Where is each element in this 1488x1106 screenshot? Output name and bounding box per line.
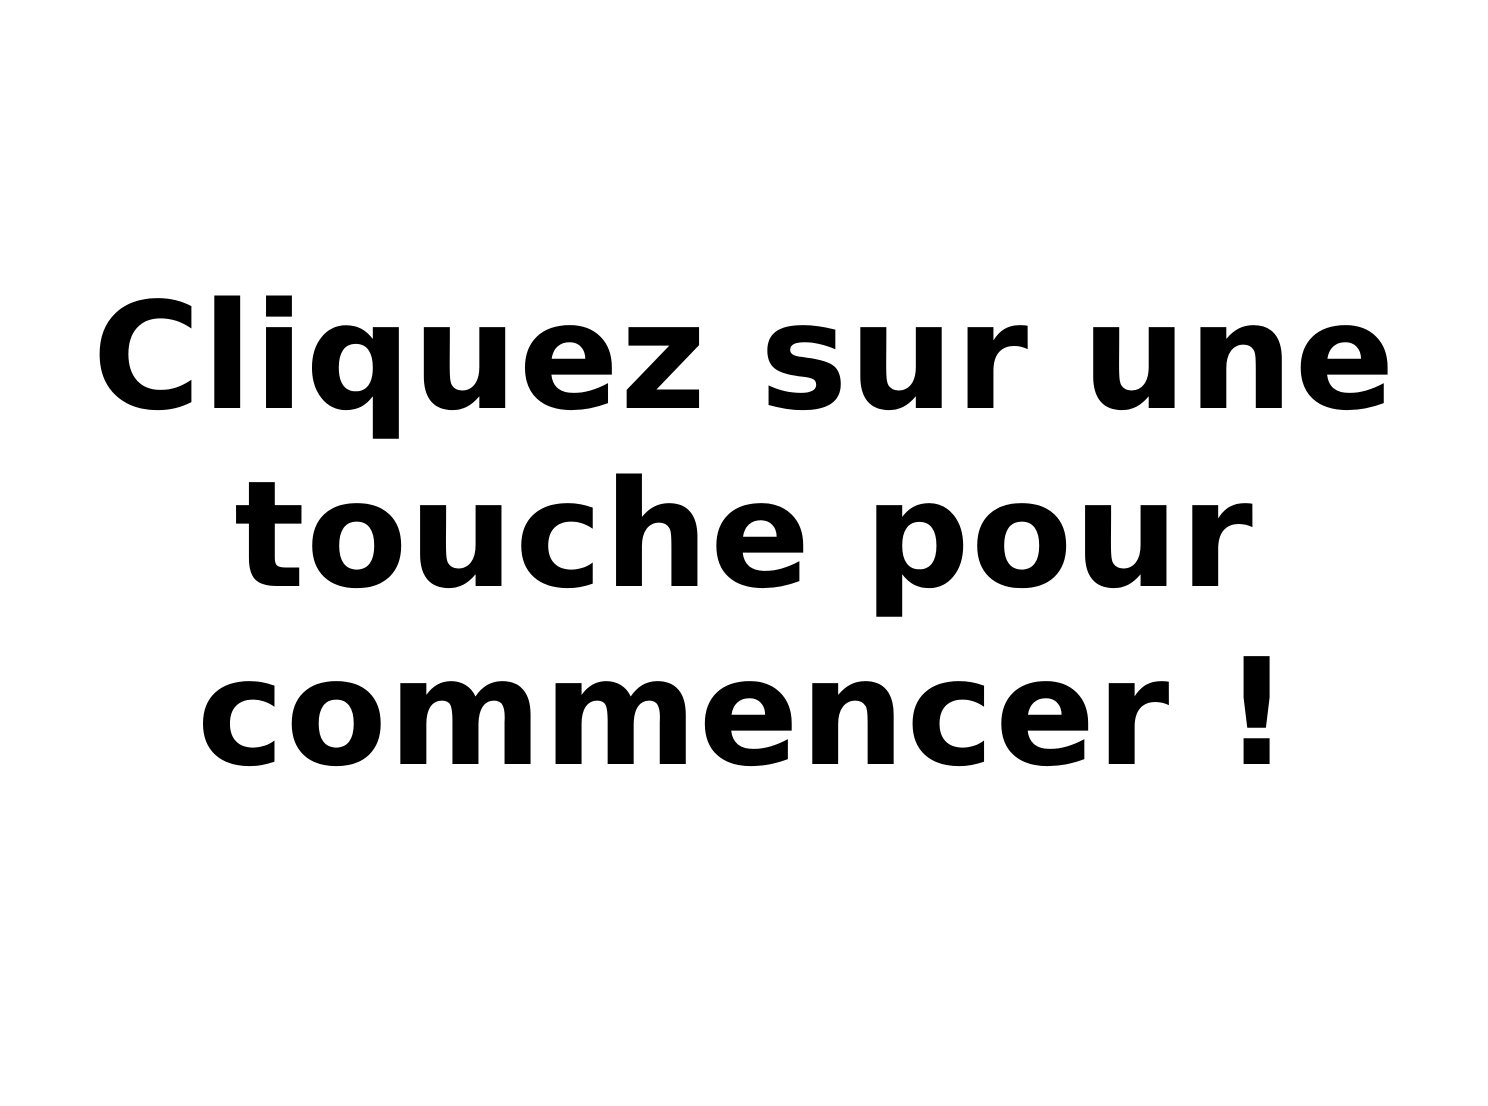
start-prompt-line-1: Cliquez sur une xyxy=(92,271,1396,443)
start-prompt-line-2: touche pour xyxy=(234,449,1254,621)
start-screen[interactable]: Cliquez sur une touche pour commencer ! xyxy=(0,0,1488,1106)
start-prompt: Cliquez sur une touche pour commencer ! xyxy=(0,268,1488,802)
start-prompt-line-3: commencer ! xyxy=(196,627,1292,799)
